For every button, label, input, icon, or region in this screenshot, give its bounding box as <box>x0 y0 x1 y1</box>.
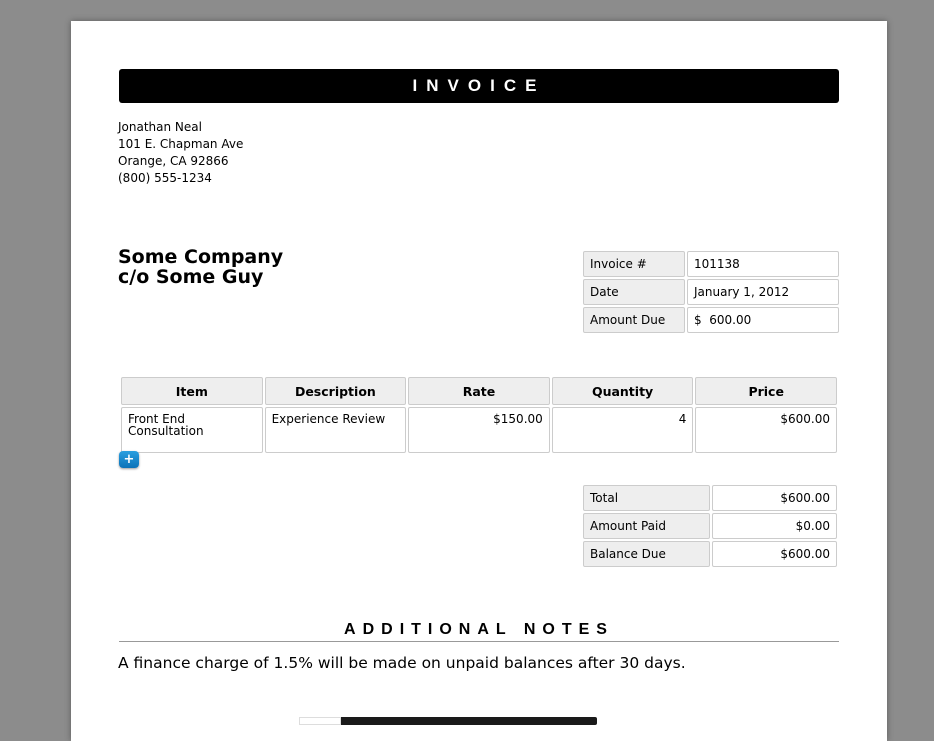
sender-phone[interactable]: (800) 555-1234 <box>118 170 243 187</box>
line-items-header: Item Description Rate Quantity Price <box>121 377 837 405</box>
meta-row-date: Date January 1, 2012 <box>583 279 839 305</box>
header-description[interactable]: Description <box>264 377 407 405</box>
meta-row-invoice: Invoice # 101138 <box>583 251 839 277</box>
currency-symbol: $ <box>694 313 702 327</box>
header-item[interactable]: Item <box>121 377 263 405</box>
invoice-page: INVOICE Jonathan Neal 101 E. Chapman Ave… <box>71 21 887 741</box>
bottom-toolbar[interactable] <box>299 717 597 725</box>
sender-name[interactable]: Jonathan Neal <box>118 119 243 136</box>
item-rate-cell[interactable]: $150.00 <box>408 407 550 453</box>
date-field[interactable]: January 1, 2012 <box>687 279 839 305</box>
invoice-number-label[interactable]: Invoice # <box>583 251 685 277</box>
amount-due-value[interactable]: 600.00 <box>709 313 751 327</box>
invoice-meta-table: Invoice # 101138 Date January 1, 2012 Am… <box>581 249 841 335</box>
balance-due-label[interactable]: Balance Due <box>583 541 710 567</box>
date-label[interactable]: Date <box>583 279 685 305</box>
total-label[interactable]: Total <box>583 485 710 511</box>
recipient-line1[interactable]: Some Company <box>118 247 283 267</box>
notes-heading[interactable]: ADDITIONAL NOTES <box>119 621 839 642</box>
item-name-cell[interactable]: Front End Consultation <box>121 407 263 453</box>
amount-paid-label[interactable]: Amount Paid <box>583 513 710 539</box>
amount-paid-field[interactable]: $0.00 <box>712 513 837 539</box>
invoice-title[interactable]: INVOICE <box>119 69 839 103</box>
toolbar-segment[interactable] <box>299 717 341 725</box>
amount-due-label[interactable]: Amount Due <box>583 307 685 333</box>
sender-city[interactable]: Orange, CA 92866 <box>118 153 243 170</box>
header-rate[interactable]: Rate <box>408 377 550 405</box>
recipient-line2[interactable]: c/o Some Guy <box>118 267 283 287</box>
header-price[interactable]: Price <box>695 377 837 405</box>
item-quantity-cell[interactable]: 4 <box>551 407 694 453</box>
notes-text[interactable]: A finance charge of 1.5% will be made on… <box>118 654 686 672</box>
recipient-company[interactable]: Some Company c/o Some Guy <box>118 247 283 287</box>
table-row: Front End Consultation Experience Review… <box>121 407 837 453</box>
add-row-button[interactable]: + <box>119 451 139 468</box>
sender-address[interactable]: Jonathan Neal 101 E. Chapman Ave Orange,… <box>118 119 243 187</box>
total-value: $600.00 <box>712 485 837 511</box>
totals-row-balance: Balance Due $600.00 <box>583 541 837 567</box>
totals-table: Total $600.00 Amount Paid $0.00 Balance … <box>581 483 839 569</box>
meta-row-amount: Amount Due $ 600.00 <box>583 307 839 333</box>
amount-due-field[interactable]: $ 600.00 <box>687 307 839 333</box>
totals-row-paid: Amount Paid $0.00 <box>583 513 837 539</box>
balance-due-value: $600.00 <box>712 541 837 567</box>
item-description-cell[interactable]: Experience Review <box>264 407 407 453</box>
header-quantity[interactable]: Quantity <box>551 377 694 405</box>
totals-row-total: Total $600.00 <box>583 485 837 511</box>
line-items-table: Item Description Rate Quantity Price Fro… <box>119 375 839 455</box>
item-price-cell: $600.00 <box>695 407 837 453</box>
invoice-number-field[interactable]: 101138 <box>687 251 839 277</box>
sender-street[interactable]: 101 E. Chapman Ave <box>118 136 243 153</box>
